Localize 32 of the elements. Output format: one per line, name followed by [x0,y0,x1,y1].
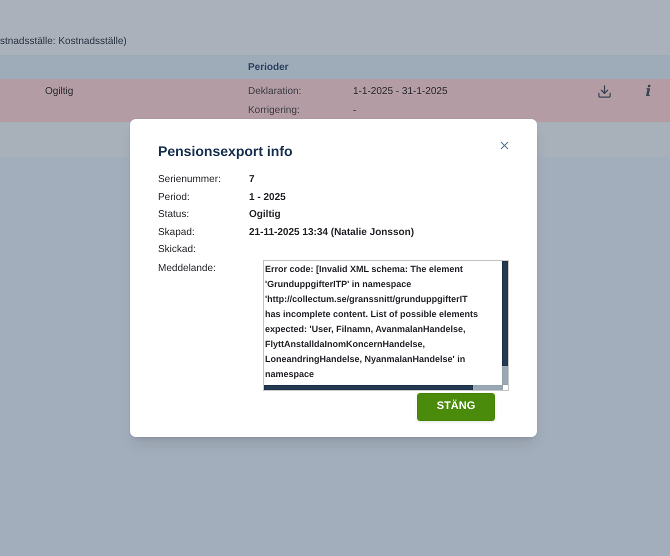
field-label: Skickad: [158,243,197,258]
field-value: 21-11-2025 13:34 (Natalie Jonsson) [249,226,414,240]
field-label: Period: [158,190,191,205]
page-caption: stnadsställe: Kostnadsställe) [0,35,127,49]
message-line: LoneandringHandelse, NyanmalanHandelse' in [265,352,466,366]
field-value: Ogiltig [249,208,281,222]
message-line: expected: 'User, Filnamn, AvanmalanHandelse, [265,322,466,336]
message-line: FlyttAnstalldaInomKoncernHandelse, [265,338,426,351]
field-value: 7 [249,173,255,188]
column-heading: Perioder [248,60,289,74]
field-value: 1 - 2025 [249,190,286,205]
field-label: Status: [158,208,190,222]
info-icon[interactable]: i [646,84,652,122]
period-label: Deklaration: [248,85,302,99]
field-label: Skapad: [158,226,196,240]
message-box[interactable] [263,260,509,390]
period-value: 1-1-2025 - 31-1-2025 [353,85,448,99]
field-label: Meddelande: [158,262,217,276]
message-line: 'http://collectum.se/granssnitt/grunduppgifterIT [265,292,468,306]
close-button[interactable] [498,139,511,152]
message-line: namespace [265,368,314,381]
period-value: - [353,104,356,118]
download-icon[interactable] [596,84,612,99]
status-cell-text: Ogiltig [45,85,74,99]
message-line: Error code: [Invalid XML schema: The element [265,262,463,276]
message-line: has incomplete content. List of possible elements [265,308,478,321]
dialog-title: Pensionsexport info [158,142,293,161]
message-line: 'GrunduppgifterITP' in namespace [265,278,412,291]
field-label: Serienummer: [158,173,222,188]
close-dialog-button[interactable]: STÄNG [417,392,495,420]
close-icon [498,139,511,152]
period-label: Korrigering: [248,104,301,118]
